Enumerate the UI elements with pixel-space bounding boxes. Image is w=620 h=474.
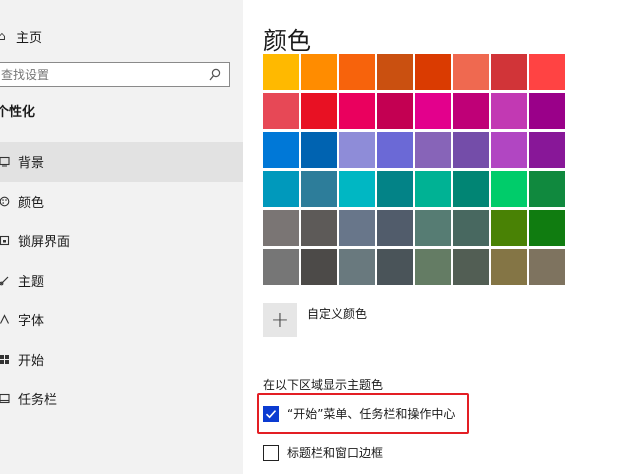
color-swatch[interactable]	[263, 249, 299, 285]
color-swatch[interactable]	[453, 132, 489, 168]
color-swatch[interactable]	[301, 93, 337, 129]
image-icon	[0, 155, 10, 169]
color-swatch[interactable]	[529, 249, 565, 285]
color-swatch[interactable]	[415, 210, 451, 246]
accent-start-taskbar-checkbox-row[interactable]: “开始”菜单、任务栏和操作中心	[263, 405, 455, 422]
color-swatch[interactable]	[301, 210, 337, 246]
color-swatch[interactable]	[263, 210, 299, 246]
sidebar-item-label: 锁屏界面	[18, 235, 71, 251]
nav-home[interactable]: ⌂ 主页	[0, 22, 243, 50]
nav-list: 背景 颜色 锁屏界面 主题 字体 开始 任务栏	[0, 142, 243, 419]
palette-icon	[0, 194, 10, 208]
color-swatch[interactable]	[377, 132, 413, 168]
plus-icon[interactable]: +	[263, 303, 297, 337]
color-swatch[interactable]	[415, 54, 451, 90]
color-swatch[interactable]	[491, 54, 527, 90]
sidebar-item-label: 开始	[18, 353, 45, 369]
color-swatch[interactable]	[529, 54, 565, 90]
sidebar-item-label: 背景	[18, 156, 45, 172]
sidebar-item-label: 字体	[18, 314, 45, 330]
nav-home-label: 主页	[16, 30, 43, 46]
accent-titlebar-checkbox-row[interactable]: 标题栏和窗口边框	[263, 444, 383, 461]
color-swatch[interactable]	[415, 132, 451, 168]
color-swatch[interactable]	[377, 171, 413, 207]
color-swatch[interactable]	[377, 54, 413, 90]
sidebar: ⌂ 主页 个性化 背景 颜色 锁屏界面	[0, 0, 243, 474]
color-swatch[interactable]	[529, 171, 565, 207]
color-swatch[interactable]	[529, 210, 565, 246]
home-icon: ⌂	[0, 29, 6, 43]
color-swatch[interactable]	[339, 249, 375, 285]
font-icon	[0, 313, 10, 327]
checkbox-label: 标题栏和窗口边框	[287, 446, 384, 460]
search-icon[interactable]	[209, 67, 221, 81]
sidebar-item-themes[interactable]: 主题	[0, 261, 243, 301]
checkbox-label: “开始”菜单、任务栏和操作中心	[287, 407, 456, 421]
color-swatch[interactable]	[263, 54, 299, 90]
color-swatch[interactable]	[529, 93, 565, 129]
show-accent-title: 在以下区域显示主题色	[263, 378, 384, 392]
search-input[interactable]	[0, 63, 199, 86]
color-swatch[interactable]	[415, 93, 451, 129]
color-swatch[interactable]	[453, 171, 489, 207]
color-swatch[interactable]	[529, 132, 565, 168]
color-swatch[interactable]	[301, 54, 337, 90]
sidebar-item-background[interactable]: 背景	[0, 142, 243, 182]
color-swatch[interactable]	[453, 93, 489, 129]
brush-icon	[0, 273, 10, 287]
page-title: 颜色	[263, 27, 311, 55]
sidebar-item-label: 任务栏	[18, 393, 58, 409]
color-swatch[interactable]	[453, 54, 489, 90]
start-icon	[0, 352, 10, 366]
lock-screen-icon	[0, 234, 10, 248]
custom-color-label: 自定义颜色	[307, 307, 368, 321]
color-swatch[interactable]	[339, 93, 375, 129]
color-swatch[interactable]	[301, 171, 337, 207]
color-swatch[interactable]	[491, 249, 527, 285]
color-swatch[interactable]	[453, 210, 489, 246]
color-swatch[interactable]	[301, 249, 337, 285]
color-swatch[interactable]	[339, 132, 375, 168]
custom-color-button[interactable]: + 自定义颜色	[263, 303, 367, 337]
checkbox-checked[interactable]	[263, 405, 279, 422]
sidebar-item-fonts[interactable]: 字体	[0, 300, 243, 340]
sidebar-item-taskbar[interactable]: 任务栏	[0, 379, 243, 419]
color-swatch[interactable]	[491, 210, 527, 246]
sidebar-item-colors[interactable]: 颜色	[0, 182, 243, 222]
color-swatch[interactable]	[415, 171, 451, 207]
sidebar-item-start[interactable]: 开始	[0, 340, 243, 380]
color-swatch[interactable]	[453, 249, 489, 285]
color-swatch[interactable]	[263, 93, 299, 129]
color-swatch[interactable]	[377, 210, 413, 246]
color-swatch[interactable]	[377, 93, 413, 129]
sidebar-item-label: 颜色	[18, 195, 45, 211]
color-swatch[interactable]	[491, 171, 527, 207]
color-swatch[interactable]	[339, 210, 375, 246]
color-swatch[interactable]	[263, 132, 299, 168]
color-swatch[interactable]	[301, 132, 337, 168]
checkbox-unchecked[interactable]	[263, 444, 279, 461]
checkmark-icon	[265, 409, 277, 418]
main-content: 颜色 + 自定义颜色 在以下区域显示主题色 “开始”菜单、任务栏和操作中心 标题…	[243, 0, 620, 474]
sidebar-item-lock-screen[interactable]: 锁屏界面	[0, 221, 243, 261]
color-swatch[interactable]	[263, 171, 299, 207]
search-box[interactable]	[0, 62, 230, 87]
color-swatch[interactable]	[339, 54, 375, 90]
color-palette-grid	[263, 54, 569, 287]
color-swatch[interactable]	[491, 132, 527, 168]
sidebar-item-label: 主题	[18, 274, 45, 290]
color-swatch[interactable]	[491, 93, 527, 129]
taskbar-icon	[0, 392, 10, 406]
color-swatch[interactable]	[377, 249, 413, 285]
color-swatch[interactable]	[415, 249, 451, 285]
color-swatch[interactable]	[339, 171, 375, 207]
section-title: 个性化	[0, 105, 36, 120]
